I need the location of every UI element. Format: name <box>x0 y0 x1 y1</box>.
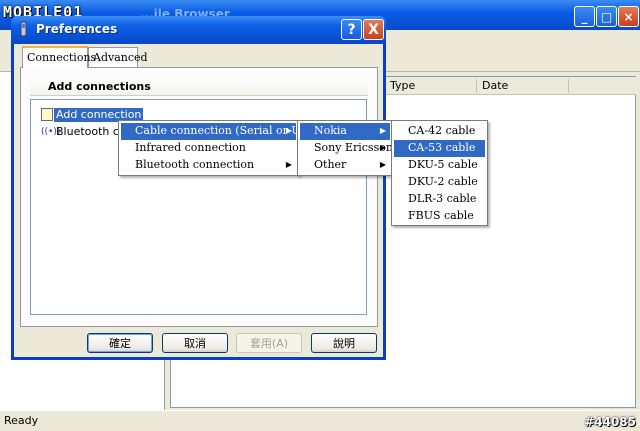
main-close-icon[interactable]: × <box>618 6 639 27</box>
status-text: Ready <box>4 414 39 427</box>
menu-item-label: Other <box>314 158 347 171</box>
menu-item-fbus[interactable]: FBUS cable <box>394 208 485 225</box>
menu-item-label: Bluetooth connection <box>135 158 255 171</box>
submenu-arrow-icon: ▶ <box>379 143 386 152</box>
close-icon[interactable]: X <box>363 19 384 40</box>
menu-item-dku-2[interactable]: DKU-2 cable <box>394 174 485 191</box>
menu-item-other[interactable]: Other ▶ <box>300 157 390 174</box>
add-connection-icon <box>41 108 53 121</box>
manufacturer-menu: Nokia ▶ Sony Ericsson ▶ Other ▶ <box>297 120 393 176</box>
menu-item-cable-connection[interactable]: Cable connection (Serial or USB) ▶ <box>121 123 321 140</box>
menu-item-dku-5[interactable]: DKU-5 cable <box>394 157 485 174</box>
menu-item-label: Cable connection (Serial or USB) <box>135 124 321 137</box>
menu-item-label: Infrared connection <box>135 141 246 154</box>
minimize-icon[interactable]: _ <box>574 6 595 27</box>
column-separator[interactable] <box>476 79 477 93</box>
menu-item-infrared-connection[interactable]: Infrared connection <box>121 140 296 157</box>
help-button[interactable]: 說明 <box>311 333 377 353</box>
menu-item-nokia[interactable]: Nokia ▶ <box>300 123 390 140</box>
app-icon <box>20 21 27 37</box>
column-type[interactable]: Type <box>390 79 415 92</box>
watermark-id: #44085 <box>584 415 636 429</box>
cancel-button[interactable]: 取消 <box>162 333 228 353</box>
menu-item-sony-ericsson[interactable]: Sony Ericsson ▶ <box>300 140 393 157</box>
connection-type-menu: Cable connection (Serial or USB) ▶ Infra… <box>118 120 321 176</box>
status-bar: Ready <box>0 410 640 431</box>
submenu-arrow-icon: ▶ <box>285 126 292 135</box>
ok-button[interactable]: 確定 <box>87 333 153 353</box>
maximize-icon[interactable]: □ <box>596 6 617 27</box>
help-icon[interactable]: ? <box>341 19 362 40</box>
menu-item-label: Nokia <box>314 124 347 137</box>
cable-model-menu: CA-42 cable CA-53 cable DKU-5 cable DKU-… <box>391 120 488 226</box>
menu-item-bluetooth-connection[interactable]: Bluetooth connection ▶ <box>121 157 296 174</box>
dialog-title: Preferences <box>36 22 118 36</box>
menu-item-ca-53[interactable]: CA-53 cable <box>394 140 485 157</box>
tab-connections[interactable]: Connections <box>22 46 96 68</box>
bluetooth-icon: ((•)) <box>41 127 61 137</box>
menu-item-dlr-3[interactable]: DLR-3 cable <box>394 191 485 208</box>
section-header: Add connections <box>30 75 368 96</box>
submenu-arrow-icon: ▶ <box>379 160 386 169</box>
apply-button[interactable]: 套用(A) <box>236 333 302 353</box>
menu-item-ca-42[interactable]: CA-42 cable <box>394 123 485 140</box>
column-separator[interactable] <box>568 79 569 93</box>
submenu-arrow-icon: ▶ <box>379 126 386 135</box>
column-date[interactable]: Date <box>482 79 508 92</box>
submenu-arrow-icon: ▶ <box>285 160 292 169</box>
